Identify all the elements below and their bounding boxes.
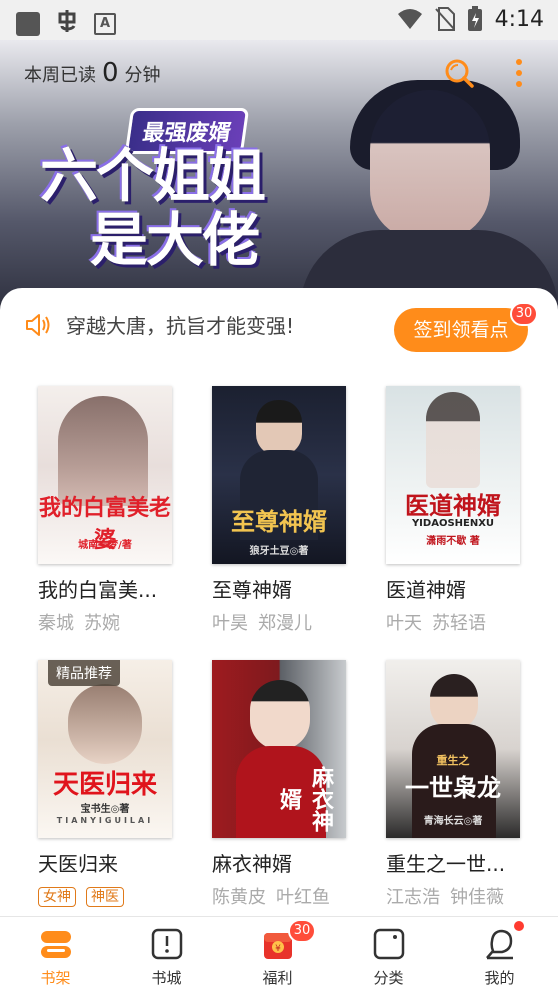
wifi-icon <box>397 9 422 29</box>
tab-bookstore[interactable]: 书城 <box>111 917 222 993</box>
checkin-button[interactable]: 签到领看点 <box>394 308 528 352</box>
book-author: 江志浩 <box>386 887 440 908</box>
profile-notification-dot <box>514 921 524 931</box>
cover-title: 一世枭龙 <box>405 774 501 802</box>
status-bar: A 4:14 <box>0 0 558 40</box>
tab-bookshelf[interactable]: 书架 <box>0 917 111 993</box>
book-author: 叶昊 <box>212 613 248 634</box>
a-notification-icon: A <box>94 13 116 35</box>
bookstore-icon <box>151 928 183 960</box>
book-cover[interactable]: 麻衣神婿 <box>212 660 346 838</box>
book-title: 麻衣神婿 <box>212 852 292 876</box>
cover-sub: YIDAOSHENXU <box>411 518 495 529</box>
app-notification-icon <box>54 8 80 40</box>
banner-title-line1: 六个姐姐 <box>40 142 266 210</box>
bookshelf-panel: 穿越大唐，抗旨才能变强! 签到领看点 30 我的白富美老婆 城南一梦/著 我的白… <box>0 288 558 928</box>
book-tags: 女神 神医 <box>38 885 172 907</box>
book-title: 我的白富美... <box>38 578 158 602</box>
book-authors: 陈黄皮 叶红鱼 <box>212 883 346 909</box>
book-title: 重生之一世... <box>386 852 506 876</box>
book-title: 天医归来 <box>38 852 118 876</box>
book-authors: 秦城 苏婉 <box>38 609 172 635</box>
cover-author: 城南一梦/著 <box>78 540 132 551</box>
cover-title: 麻衣神婿 <box>276 766 333 832</box>
search-icon[interactable] <box>442 56 476 90</box>
tab-label: 福利 <box>262 969 293 987</box>
book-authors: 叶天 苏轻语 <box>386 609 520 635</box>
bookshelf-icon <box>41 931 71 958</box>
clock: 4:14 <box>494 6 544 32</box>
cover-title: 天医归来 <box>52 770 157 800</box>
book-authors: 江志浩 钟佳薇 <box>386 883 520 909</box>
book-item[interactable]: 至尊神婿 狼牙土豆◎著 至尊神婿 叶昊 郑漫儿 <box>212 386 346 635</box>
tab-profile[interactable]: 我的 <box>444 917 555 993</box>
announcement-text: 穿越大唐，抗旨才能变强! <box>66 314 295 338</box>
book-item[interactable]: 天医归来 宝书生◎著 TIANYIGUILAI 精品推荐 天医归来 女神 神医 <box>38 660 172 907</box>
book-author: 郑漫儿 <box>258 613 312 634</box>
book-tag: 神医 <box>86 887 124 907</box>
book-author: 陈黄皮 <box>212 887 266 908</box>
cover-title: 至尊神婿 <box>231 508 327 536</box>
book-author: 秦城 <box>38 613 74 634</box>
book-authors: 叶昊 郑漫儿 <box>212 609 346 635</box>
book-author: 叶天 <box>386 613 422 634</box>
bottom-tab-bar: 书架 书城 ¥ 30 福利 分类 我的 <box>0 916 558 993</box>
profile-icon <box>486 929 513 960</box>
banner-figure <box>370 90 490 240</box>
announcement[interactable]: 穿越大唐，抗旨才能变强! <box>24 310 294 339</box>
tab-welfare[interactable]: ¥ 30 福利 <box>222 917 333 993</box>
book-title: 医道神婿 <box>386 578 466 602</box>
book-item[interactable]: 医道神婿 YIDAOSHENXU 潇雨不歇 著 医道神婿 叶天 苏轻语 <box>386 386 520 635</box>
book-tag: 女神 <box>38 887 76 907</box>
hero-banner[interactable]: 本周已读 0 分钟 最强废婿 六个姐姐 是大佬 <box>0 40 558 320</box>
cover-title: 医道神婿 <box>405 492 501 520</box>
weekly-read-unit: 分钟 <box>124 65 161 86</box>
book-author: 苏轻语 <box>432 613 486 634</box>
tab-label: 我的 <box>484 969 515 987</box>
banner-main-title: 六个姐姐 是大佬 <box>40 142 266 274</box>
speaker-icon <box>26 313 50 336</box>
banner-title-line2: 是大佬 <box>90 206 260 274</box>
notification-square-icon <box>16 12 40 36</box>
book-title: 至尊神婿 <box>212 578 292 602</box>
book-item[interactable]: 我的白富美老婆 城南一梦/著 我的白富美... 秦城 苏婉 <box>38 386 172 635</box>
cover-sub: TIANYIGUILAI <box>56 816 154 825</box>
book-item[interactable]: 重生之 一世枭龙 青海长云◎著 重生之一世... 江志浩 钟佳薇 <box>386 660 520 909</box>
tab-label: 书架 <box>40 969 71 987</box>
book-author: 钟佳薇 <box>450 887 504 908</box>
book-item[interactable]: 麻衣神婿 麻衣神婿 陈黄皮 叶红鱼 <box>212 660 346 909</box>
category-icon <box>373 928 405 960</box>
featured-ribbon: 精品推荐 <box>48 660 120 686</box>
welfare-badge: 30 <box>288 919 316 943</box>
cover-author: 狼牙土豆◎著 <box>249 546 309 557</box>
cover-sub: 重生之 <box>436 754 470 767</box>
no-sim-icon <box>434 7 455 31</box>
cover-author: 宝书生◎著 <box>80 804 130 815</box>
book-author: 叶红鱼 <box>276 887 330 908</box>
book-cover[interactable]: 我的白富美老婆 城南一梦/著 <box>38 386 172 564</box>
book-cover[interactable]: 重生之 一世枭龙 青海长云◎著 <box>386 660 520 838</box>
weekly-read-prefix: 本周已读 <box>24 65 96 86</box>
book-cover[interactable]: 天医归来 宝书生◎著 TIANYIGUILAI 精品推荐 <box>38 660 172 838</box>
book-cover[interactable]: 至尊神婿 狼牙土豆◎著 <box>212 386 346 564</box>
cover-author: 潇雨不歇 著 <box>426 536 480 547</box>
tab-category[interactable]: 分类 <box>333 917 444 993</box>
more-menu-icon[interactable] <box>502 56 536 90</box>
book-author: 苏婉 <box>84 613 120 634</box>
tab-label: 书城 <box>151 969 182 987</box>
weekly-read-value: 0 <box>102 58 119 88</box>
checkin-badge: 30 <box>510 302 538 326</box>
weekly-reading-stat: 本周已读 0 分钟 <box>24 58 161 88</box>
svg-text:¥: ¥ <box>275 944 281 954</box>
book-cover[interactable]: 医道神婿 YIDAOSHENXU 潇雨不歇 著 <box>386 386 520 564</box>
tab-label: 分类 <box>373 969 404 987</box>
battery-charging-icon <box>467 6 482 31</box>
cover-author: 青海长云◎著 <box>423 816 483 827</box>
